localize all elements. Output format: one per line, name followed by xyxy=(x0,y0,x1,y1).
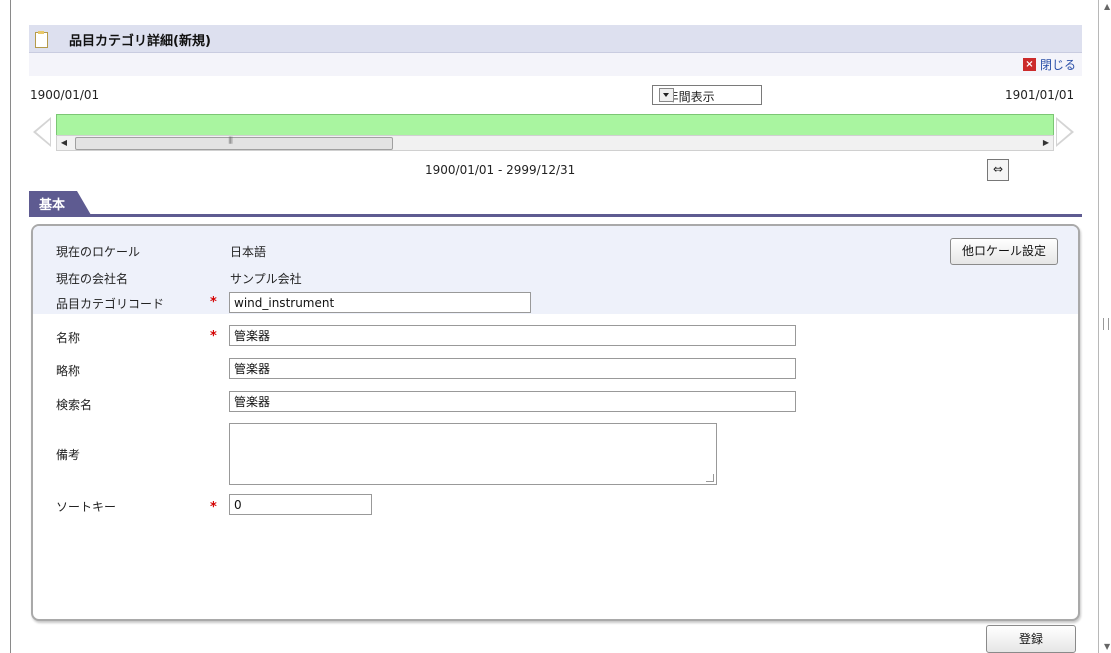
scroll-left-icon[interactable]: ◀ xyxy=(57,136,71,150)
sort-key-label: ソートキー xyxy=(56,500,117,514)
name-required-mark: * xyxy=(210,329,217,344)
sort-key-required-mark: * xyxy=(210,500,217,515)
form-header-area xyxy=(33,226,1078,314)
timeline-period-bar[interactable] xyxy=(56,114,1054,136)
tab-underline xyxy=(29,214,1082,217)
timeline-start-date: 1900/01/01 xyxy=(30,88,100,102)
dropdown-arrow-icon[interactable] xyxy=(659,88,674,102)
resize-grip-icon[interactable] xyxy=(706,474,714,482)
right-scrollbar[interactable]: ▲ ▼ xyxy=(1098,0,1111,653)
top-margin xyxy=(10,0,1098,8)
tab-basic[interactable]: 基本 xyxy=(29,191,91,215)
name-input[interactable] xyxy=(229,325,796,346)
close-label[interactable]: 閉じる xyxy=(1040,56,1076,73)
close-icon[interactable]: × xyxy=(1022,58,1036,71)
search-name-input[interactable] xyxy=(229,391,796,412)
page-title: 品目カテゴリ詳細(新規) xyxy=(69,34,211,49)
close-bar: × 閉じる xyxy=(29,53,1082,76)
register-button[interactable]: 登録 xyxy=(986,625,1076,653)
close-button[interactable]: × 閉じる xyxy=(1022,56,1076,73)
other-locale-button[interactable]: 他ロケール設定 xyxy=(950,238,1058,265)
search-name-label: 検索名 xyxy=(56,398,93,412)
timeline-range-text: 1900/01/01 - 2999/12/31 xyxy=(425,163,576,177)
short-name-label: 略称 xyxy=(56,364,81,378)
code-input[interactable] xyxy=(229,292,531,313)
scroll-up-icon[interactable]: ▲ xyxy=(1104,2,1110,11)
note-label: 備考 xyxy=(56,448,81,462)
locale-label: 現在のロケール xyxy=(56,245,141,259)
short-name-input[interactable] xyxy=(229,358,796,379)
timeline-next-arrow-icon[interactable] xyxy=(1056,117,1074,147)
locale-value: 日本語 xyxy=(230,245,267,259)
scroll-grip-icon[interactable] xyxy=(1103,318,1109,330)
name-label: 名称 xyxy=(56,331,81,345)
timeline-scrollbar[interactable]: ◀ ▶ xyxy=(56,135,1054,151)
display-mode-select[interactable]: 1年間表示 xyxy=(652,85,762,105)
code-required-mark: * xyxy=(210,295,217,310)
scroll-right-icon[interactable]: ▶ xyxy=(1039,136,1053,150)
left-frame-border xyxy=(0,0,11,653)
tab-basic-label[interactable]: 基本 xyxy=(39,194,65,213)
sort-key-input[interactable] xyxy=(229,494,372,515)
timeline-prev-arrow-icon[interactable] xyxy=(33,117,51,147)
scroll-down-icon[interactable]: ▼ xyxy=(1104,642,1110,651)
tab-slant[interactable] xyxy=(77,191,91,215)
timeline-end-date: 1901/01/01 xyxy=(1005,88,1075,102)
expand-range-icon[interactable]: ⇔ xyxy=(987,159,1009,181)
document-icon xyxy=(35,31,48,48)
company-label: 現在の会社名 xyxy=(56,272,129,286)
title-bar: 品目カテゴリ詳細(新規) xyxy=(29,25,1082,53)
code-label: 品目カテゴリコード xyxy=(56,297,165,311)
company-value: サンプル会社 xyxy=(230,272,302,286)
note-textarea[interactable] xyxy=(229,423,717,485)
scrollbar-thumb[interactable] xyxy=(75,136,393,150)
